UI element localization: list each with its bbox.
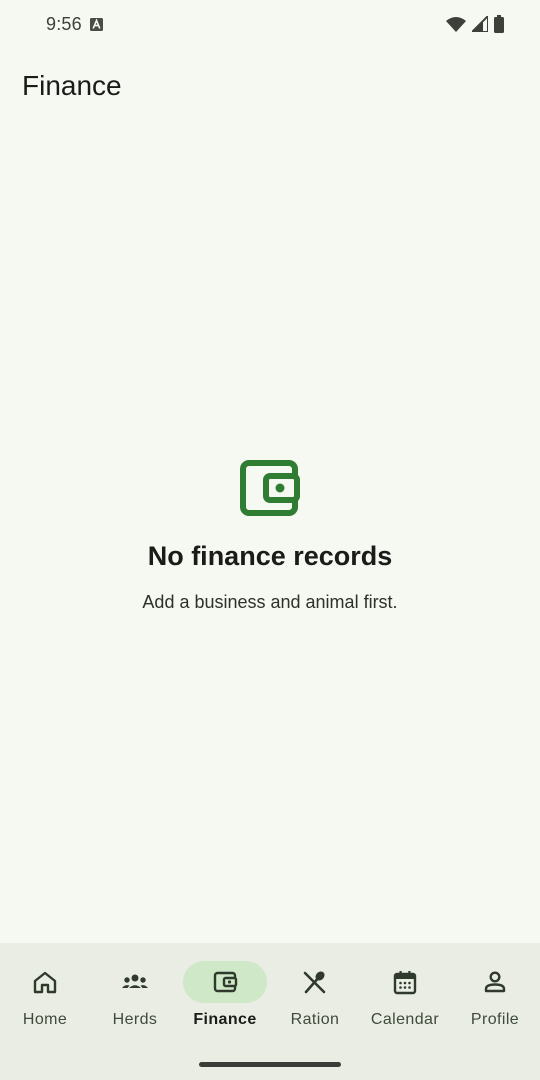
empty-state: No finance records Add a business and an… [0, 455, 540, 613]
empty-state-title: No finance records [147, 541, 393, 571]
nav-item-profile[interactable]: Profile [450, 961, 540, 1041]
nav-item-calendar[interactable]: Calendar [360, 961, 450, 1041]
nav-item-herds[interactable]: Herds [90, 961, 180, 1041]
nav-item-home[interactable]: Home [0, 961, 90, 1041]
page-title: Finance [22, 70, 122, 101]
nav-pill [93, 961, 177, 1003]
gesture-handle[interactable] [199, 1062, 341, 1067]
nav-label-profile: Profile [470, 1011, 520, 1028]
utensils-icon [303, 971, 326, 994]
nav-label-finance: Finance [193, 1011, 257, 1028]
nav-pill-active [183, 961, 267, 1003]
nav-pill [3, 961, 87, 1003]
wallet-icon [213, 971, 238, 993]
wallet-icon [240, 460, 300, 516]
home-icon [33, 971, 57, 994]
wifi-icon [446, 17, 466, 32]
nav-item-finance[interactable]: Finance [180, 961, 270, 1041]
signal-icon [472, 16, 488, 32]
person-icon [484, 971, 506, 993]
battery-icon [494, 15, 504, 33]
nav-label-ration: Ration [290, 1011, 340, 1028]
status-bar: 9:56 [0, 0, 540, 50]
bottom-navigation-bar: Home Herds Finance Ration Calendar Profi… [0, 943, 540, 1080]
empty-state-subtitle: Add a business and animal first. [142, 592, 398, 612]
nav-item-ration[interactable]: Ration [270, 961, 360, 1041]
group-icon [122, 974, 148, 988]
nav-pill [363, 961, 447, 1003]
nav-label-herds: Herds [112, 1011, 158, 1028]
a-notification-icon [90, 18, 103, 31]
calendar-icon [393, 971, 417, 995]
status-time: 9:56 [46, 14, 82, 34]
nav-pill [273, 961, 357, 1003]
status-icons [446, 15, 504, 33]
nav-pill [453, 961, 537, 1003]
nav-label-calendar: Calendar [370, 1011, 440, 1028]
nav-label-home: Home [22, 1011, 68, 1028]
